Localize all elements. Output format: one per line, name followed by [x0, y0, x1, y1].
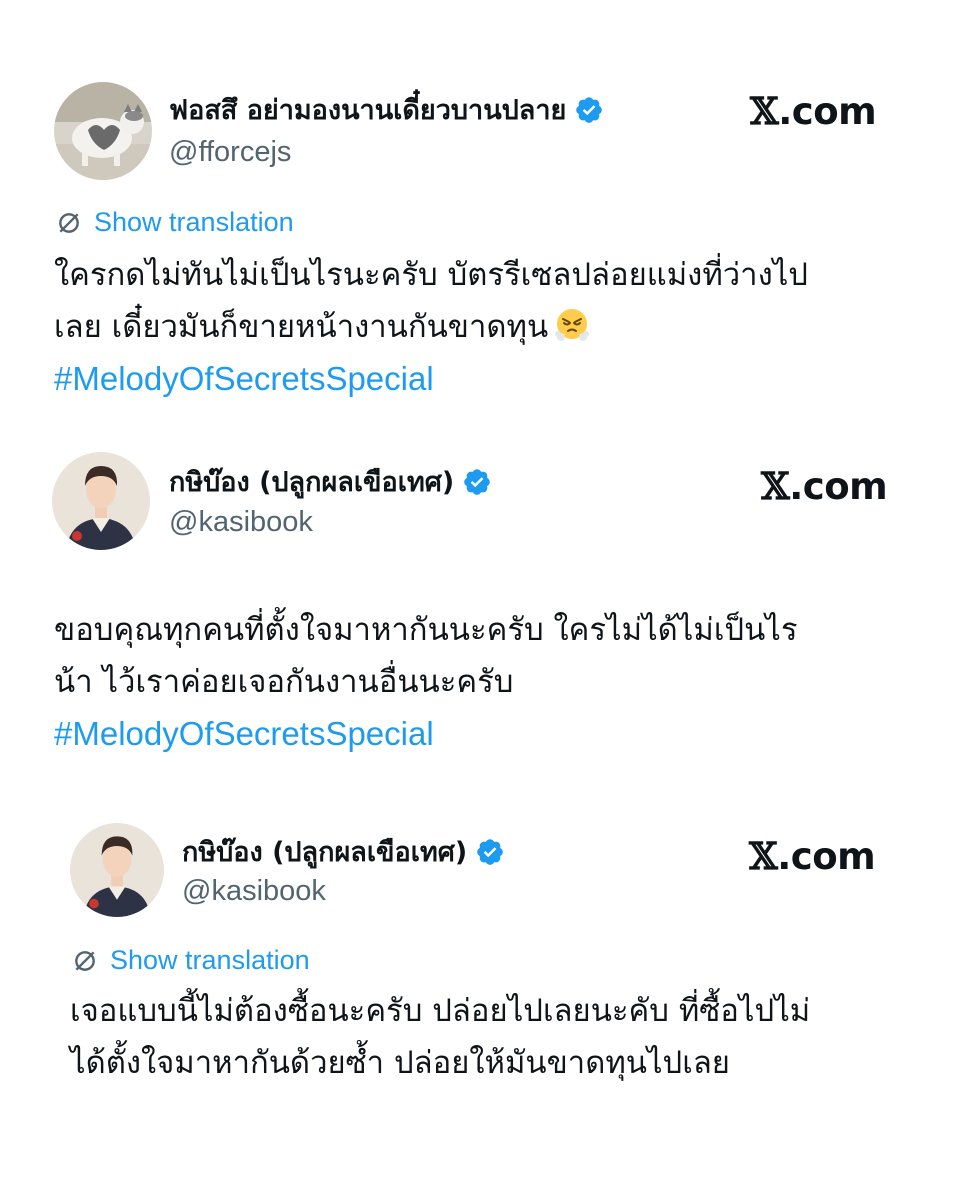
x-logo-icon: 𝕏	[761, 464, 790, 508]
face-with-steam-from-nose-icon	[555, 309, 590, 341]
x-logo-icon: 𝕏	[750, 89, 779, 133]
avatar[interactable]	[70, 823, 164, 917]
tweet-body: เจอแบบนี้ไม่ต้องซื้อนะครับ ปล่อยไปเลยนะค…	[70, 985, 810, 1089]
show-translation-label[interactable]: Show translation	[110, 945, 310, 976]
tweet-body: ใครกดไม่ทันไม่เป็นไรนะครับ บัตรรีเซลปล่อ…	[54, 249, 808, 405]
person-avatar-icon	[70, 823, 164, 917]
site-domain: .com	[778, 90, 877, 133]
tweet-line-with-emoji: เลย เดี๋ยวมันก็ขายหน้างานกันขาดทุน	[54, 301, 808, 353]
tweet-line: ใครกดไม่ทันไม่เป็นไรนะครับ บัตรรีเซลปล่อ…	[54, 257, 808, 293]
tweet-line: เจอแบบนี้ไม่ต้องซื้อนะครับ ปล่อยไปเลยนะค…	[70, 993, 811, 1029]
avatar[interactable]	[54, 82, 152, 180]
hashtag-link[interactable]: #MelodyOfSecretsSpecial	[54, 353, 808, 405]
handle[interactable]: @fforcejs	[169, 138, 291, 167]
handle[interactable]: @kasibook	[169, 508, 313, 537]
show-translation-link[interactable]: Show translation	[72, 945, 310, 976]
tweet-body: ขอบคุณทุกคนที่ตั้งใจมาหากันนะครับ ใครไม่…	[54, 604, 798, 760]
show-translation-label[interactable]: Show translation	[94, 207, 294, 238]
tweet-line: ขอบคุณทุกคนที่ตั้งใจมาหากันนะครับ ใครไม่…	[54, 612, 798, 648]
handle[interactable]: @kasibook	[182, 877, 326, 906]
display-name[interactable]: กษิบ๊อง (ปลูกผลเขือเทศ)	[169, 469, 454, 496]
translate-icon	[59, 212, 79, 233]
site-domain: .com	[777, 835, 876, 878]
site-domain: .com	[789, 465, 888, 508]
site-label: 𝕏.com	[750, 90, 877, 133]
person-avatar-icon	[52, 452, 150, 550]
tweet-line: ได้ตั้งใจมาหากันด้วยซ้ำ ปล่อยให้มันขาดทุ…	[70, 1045, 730, 1081]
site-label: 𝕏.com	[761, 465, 888, 508]
display-name[interactable]: กษิบ๊อง (ปลูกผลเขือเทศ)	[182, 839, 467, 866]
hashtag-link[interactable]: #MelodyOfSecretsSpecial	[54, 708, 798, 760]
tweet-line: เลย เดี๋ยวมันก็ขายหน้างานกันขาดทุน	[54, 309, 549, 345]
cat-avatar-icon	[54, 82, 152, 180]
tweet-line: น้า ไว้เราค่อยเจอกันงานอื่นนะครับ	[54, 664, 514, 700]
translate-icon	[75, 950, 95, 971]
avatar[interactable]	[52, 452, 150, 550]
verified-badge-icon	[464, 469, 491, 495]
verified-badge-icon	[477, 839, 504, 865]
site-label: 𝕏.com	[749, 835, 876, 878]
show-translation-link[interactable]: Show translation	[56, 207, 294, 238]
verified-badge-icon	[576, 97, 603, 123]
x-logo-icon: 𝕏	[749, 834, 778, 878]
display-name[interactable]: ฟอสสึ อย่ามองนานเดี๋ยวบานปลาย	[169, 97, 566, 124]
